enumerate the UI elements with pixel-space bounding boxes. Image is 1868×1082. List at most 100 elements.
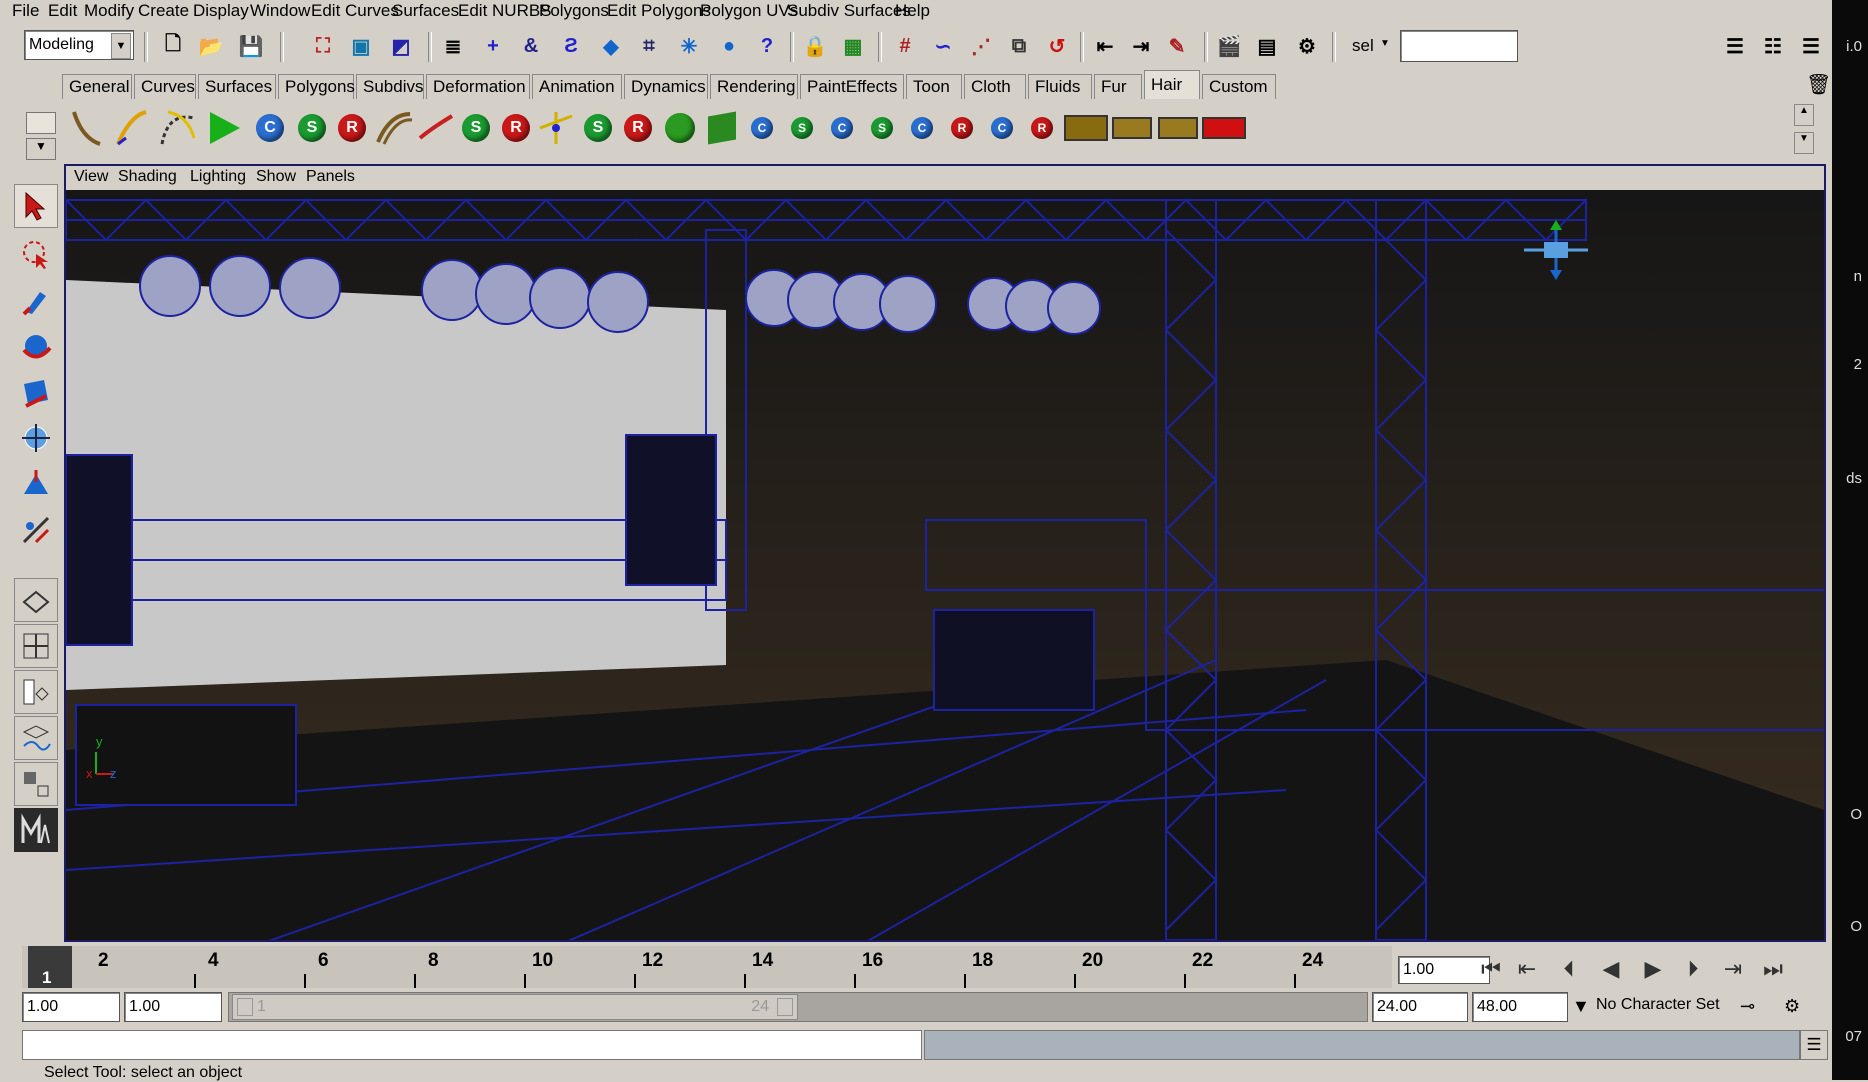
menu-surfaces[interactable]: Surfaces (390, 1, 461, 21)
menu-edit-curves[interactable]: Edit Curves (309, 1, 401, 21)
shelf-tab-subdivs[interactable]: Subdivs (356, 74, 424, 99)
shelf-ball-c[interactable]: C (248, 106, 292, 150)
dynamics-icon[interactable]: ✳ (674, 31, 704, 61)
menu-help[interactable]: Help (893, 1, 932, 21)
four-view-layout-icon[interactable] (14, 624, 58, 668)
menu-edit[interactable]: Edit (46, 1, 79, 21)
step-back-frame-icon[interactable]: ⏴ (1552, 953, 1586, 985)
graph-editor-layout-icon[interactable] (14, 716, 58, 760)
input-ops-icon[interactable]: ⇤ (1090, 31, 1120, 61)
shelf-ball-r4[interactable]: R (940, 106, 984, 150)
time-slider[interactable]: 1 2 4 6 8 10 12 14 16 18 20 22 24 (22, 946, 1392, 988)
shelf-tab-curves[interactable]: Curves (134, 74, 196, 99)
shelf-tab-general[interactable]: General (62, 74, 132, 99)
shelf-scroll-up-icon[interactable]: ▲ (1794, 104, 1814, 126)
menu-file[interactable]: File (10, 1, 41, 21)
trash-icon[interactable]: 🗑 (1806, 72, 1831, 97)
current-frame-marker[interactable]: 1 (28, 946, 72, 988)
start-time-field[interactable]: 1.00 (22, 992, 120, 1022)
selection-mode-label[interactable]: sel (1352, 36, 1374, 56)
hair-constraint-icon[interactable] (534, 106, 578, 150)
shelf-tab-toon[interactable]: Toon (906, 74, 962, 99)
perspective-viewport[interactable]: View Shading Lighting Show Panels x y z (64, 164, 1826, 942)
surfaces-icon[interactable]: ◆ (596, 31, 626, 61)
open-scene-icon[interactable]: 📂 (196, 31, 226, 61)
go-to-end-icon[interactable]: ⏭ (1756, 953, 1790, 985)
snap-view-plane-icon[interactable]: ⧉ (1004, 31, 1034, 61)
hair-collide-cube-icon[interactable] (700, 106, 744, 150)
shelf-ball-s[interactable]: S (290, 106, 334, 150)
mode-select[interactable]: Modeling ▼ (24, 30, 134, 60)
highlight-selection-icon[interactable]: ▦ (838, 31, 868, 61)
step-back-key-icon[interactable]: ⇤ (1510, 953, 1544, 985)
panel-menu-lighting[interactable]: Lighting (190, 168, 246, 186)
output-ops-icon[interactable]: ⇥ (1126, 31, 1156, 61)
panel-menu-shading[interactable]: Shading (118, 168, 177, 186)
shelf-tab-polygons[interactable]: Polygons (278, 74, 355, 99)
shelf-tab-surfaces[interactable]: Surfaces (198, 74, 276, 99)
selection-mode-chevron-icon[interactable]: ▼ (1380, 38, 1390, 49)
panel-menu-view[interactable]: View (74, 168, 108, 186)
select-tool-icon[interactable] (14, 184, 58, 228)
hair-collide-sphere-icon[interactable] (658, 106, 702, 150)
hypershade-layout-icon[interactable] (14, 762, 58, 806)
shelf-tab-fur[interactable]: Fur (1094, 74, 1142, 99)
shelf-ball-r2[interactable]: R (494, 106, 538, 150)
step-forward-frame-icon[interactable]: ⏵ (1676, 953, 1710, 985)
outliner-layout-icon[interactable] (14, 670, 58, 714)
new-scene-icon[interactable]: 🗋 (158, 31, 188, 61)
menu-window[interactable]: Window (248, 1, 312, 21)
manipulator-tool-icon[interactable] (14, 462, 58, 506)
menu-edit-polygons[interactable]: Edit Polygons (605, 1, 713, 21)
panel-menu-show[interactable]: Show (256, 168, 296, 186)
panel-menu-panels[interactable]: Panels (306, 168, 355, 186)
attribute-editor-icon[interactable]: ☰ (1720, 31, 1750, 61)
range-slider-handle[interactable]: 1 24 (232, 994, 798, 1020)
play-forward-icon[interactable]: ▶ (1636, 953, 1670, 985)
range-start-grip-icon[interactable] (237, 998, 253, 1016)
shelf-tab-fluids[interactable]: Fluids (1028, 74, 1092, 99)
move-tool-icon[interactable] (14, 324, 58, 368)
shelf-ball-r3[interactable]: R (616, 106, 660, 150)
joints-icon[interactable]: & (516, 31, 546, 61)
shelf-ball-s3[interactable]: S (576, 106, 620, 150)
make-live-icon[interactable]: ↺ (1042, 31, 1072, 61)
character-set-menu[interactable]: No Character Set (1596, 996, 1720, 1014)
shelf-ball-s4[interactable]: S (780, 106, 824, 150)
character-set-chevron-icon[interactable]: ▼ (1572, 996, 1590, 1017)
snap-point-icon[interactable]: ⋰ (966, 31, 996, 61)
render-frame-icon[interactable]: 🎬 (1214, 31, 1244, 61)
shelf-ball-r[interactable]: R (330, 106, 374, 150)
shelf-tab-custom[interactable]: Custom (1202, 74, 1276, 99)
construction-history-icon[interactable]: ✎ (1162, 31, 1192, 61)
film-truncate-icon[interactable] (1156, 106, 1200, 150)
menu-modify[interactable]: Modify (82, 1, 136, 21)
play-backward-icon[interactable]: ◀ (1594, 953, 1628, 985)
step-forward-key-icon[interactable]: ⇥ (1716, 953, 1750, 985)
handles-icon[interactable]: + (478, 31, 508, 61)
misc-icon[interactable]: ? (752, 31, 782, 61)
dynamic-curve-icon[interactable] (156, 106, 200, 150)
script-editor-icon[interactable]: ☰ (1800, 1030, 1828, 1060)
paint-select-icon[interactable] (14, 278, 58, 322)
ipr-render-icon[interactable]: ▤ (1252, 31, 1282, 61)
shelf-tab-cloth[interactable]: Cloth (964, 74, 1026, 99)
quick-selection-field[interactable] (1400, 30, 1518, 62)
paint-hair-icon[interactable] (110, 106, 154, 150)
select-component-icon[interactable]: ◩ (386, 31, 416, 61)
snap-grid-icon[interactable]: # (890, 31, 920, 61)
menu-create[interactable]: Create (136, 1, 191, 21)
film-append-icon[interactable] (1110, 106, 1154, 150)
shelf-ball-s5[interactable]: S (860, 106, 904, 150)
shelf-ball-c4[interactable]: C (980, 106, 1024, 150)
last-tool-icon[interactable] (14, 508, 58, 552)
hair-curve-icon[interactable] (64, 106, 108, 150)
film-cache-icon[interactable] (1064, 106, 1108, 150)
shelf-ball-r5[interactable]: R (1020, 106, 1064, 150)
auto-key-icon[interactable]: ⊸ (1740, 996, 1755, 1017)
rotate-tool-icon[interactable] (14, 370, 58, 414)
shelf-tab-rendering[interactable]: Rendering (710, 74, 798, 99)
command-line-input[interactable] (22, 1030, 922, 1060)
rendering-icon[interactable]: ● (714, 31, 744, 61)
play-simulation-icon[interactable] (202, 106, 246, 150)
